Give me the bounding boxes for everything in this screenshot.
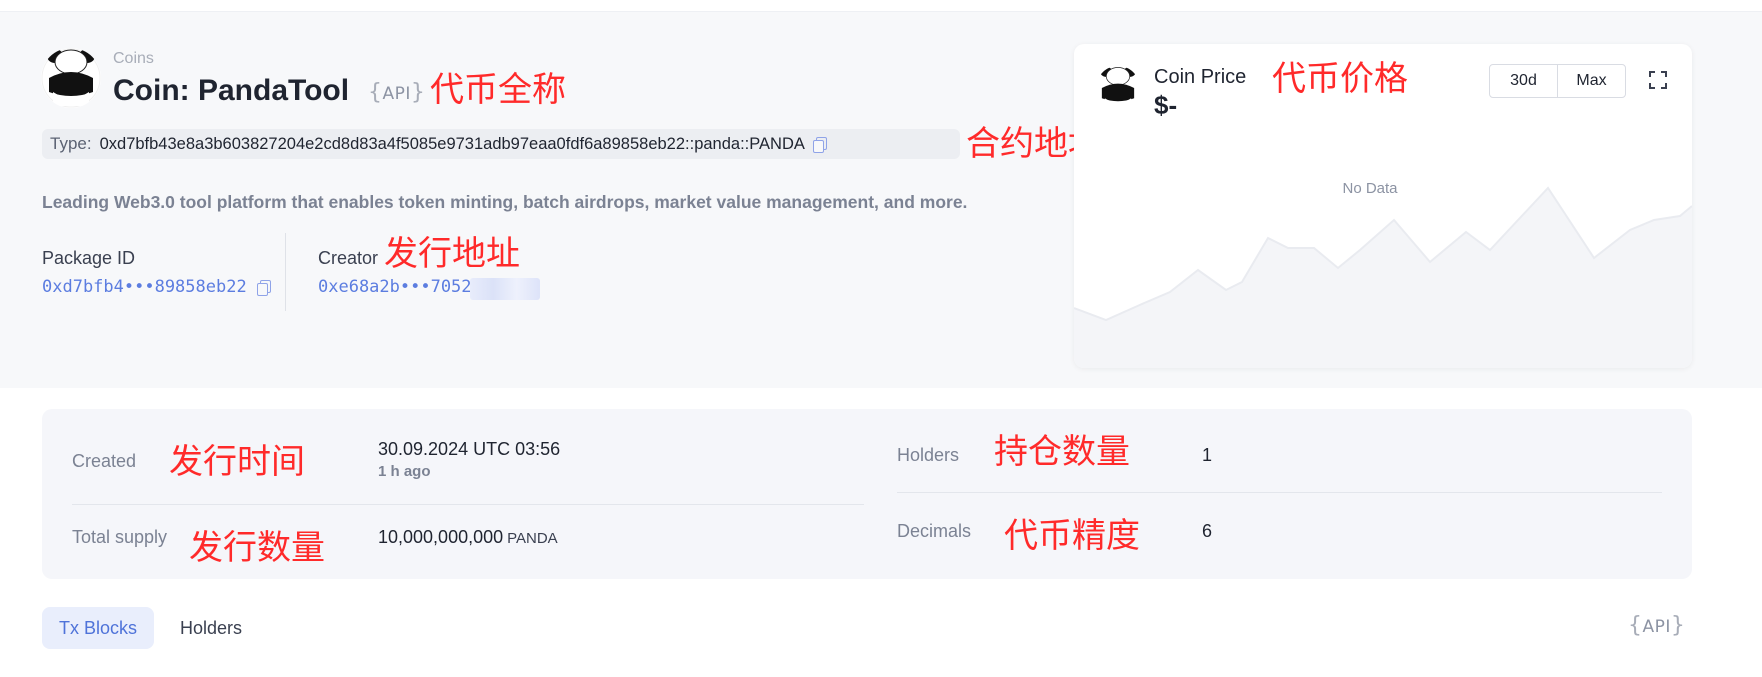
annotation-full-name: 代币全称 bbox=[430, 70, 566, 110]
creator-label: Creator bbox=[318, 248, 379, 268]
divider bbox=[285, 233, 286, 311]
package-id-value[interactable]: 0xd7bfb4•••89858eb22 bbox=[42, 277, 247, 297]
page-title: Coin: PandaTool bbox=[113, 74, 350, 107]
annotation-issuer-address: 发行地址 bbox=[384, 234, 520, 274]
type-value: 0xd7bfb43e8a3b603827204e2cd8d83a4f5085e9… bbox=[99, 134, 805, 153]
tab-holders[interactable]: Holders bbox=[168, 607, 254, 649]
created-label: Created bbox=[72, 451, 137, 471]
coin-stats-panel: Created 发行时间 30.09.2024 UTC 03:56 1 h ag… bbox=[42, 409, 1692, 579]
fullscreen-icon[interactable] bbox=[1648, 70, 1668, 90]
holders-label: Holders bbox=[897, 445, 960, 465]
type-label: Type: bbox=[50, 134, 92, 153]
top-strip bbox=[0, 0, 1762, 12]
price-chart-placeholder bbox=[1074, 186, 1692, 368]
range-max-button[interactable]: Max bbox=[1557, 64, 1626, 98]
coin-price-title: Coin Price bbox=[1154, 66, 1247, 88]
copy-icon[interactable] bbox=[256, 280, 271, 296]
copy-icon[interactable] bbox=[812, 137, 827, 153]
creator-address-link[interactable]: 0xe68a2b•••7052 bbox=[318, 277, 472, 297]
annotation-holders-count: 持仓数量 bbox=[994, 432, 1130, 472]
no-data-label: No Data bbox=[1342, 180, 1398, 197]
breadcrumb[interactable]: Coins bbox=[113, 50, 154, 68]
range-30d-button[interactable]: 30d bbox=[1489, 64, 1558, 98]
total-supply-unit: PANDA bbox=[507, 530, 558, 547]
total-supply-value: 10,000,000,000 PANDA bbox=[378, 527, 558, 548]
tab-tx-blocks[interactable]: Tx Blocks bbox=[42, 607, 154, 649]
package-id-label: Package ID bbox=[42, 248, 136, 268]
api-badge[interactable]: {API} bbox=[368, 80, 425, 105]
coin-price-card: Coin Price $- 代币价格 30d Max No Data bbox=[1074, 44, 1692, 368]
api-badge-tabs[interactable]: {API} bbox=[1628, 613, 1685, 638]
total-supply-label: Total supply bbox=[72, 527, 168, 547]
annotation-issue-amount: 发行数量 bbox=[189, 528, 325, 568]
coin-logo bbox=[41, 48, 101, 108]
decimals-label: Decimals bbox=[897, 521, 972, 541]
annotation-precision: 代币精度 bbox=[1004, 516, 1140, 556]
coin-type-bar: Type: 0xd7bfb43e8a3b603827204e2cd8d83a4f… bbox=[42, 129, 960, 159]
decimals-value: 6 bbox=[1202, 521, 1213, 541]
divider bbox=[72, 504, 864, 505]
holders-value: 1 bbox=[1202, 445, 1213, 465]
created-ago: 1 h ago bbox=[378, 463, 431, 480]
created-value: 30.09.2024 UTC 03:56 bbox=[378, 439, 561, 459]
divider bbox=[897, 492, 1662, 493]
coin-logo-small bbox=[1096, 66, 1140, 110]
annotation-price: 代币价格 bbox=[1272, 59, 1408, 99]
total-supply-amount: 10,000,000,000 bbox=[378, 527, 504, 547]
coin-description: Leading Web3.0 tool platform that enable… bbox=[42, 192, 968, 212]
package-id-link[interactable]: 0xd7bfb4•••89858eb22 bbox=[42, 277, 271, 297]
redaction-blur bbox=[470, 278, 540, 300]
coin-price-value: $- bbox=[1154, 90, 1178, 120]
annotation-issue-time: 发行时间 bbox=[169, 442, 305, 482]
